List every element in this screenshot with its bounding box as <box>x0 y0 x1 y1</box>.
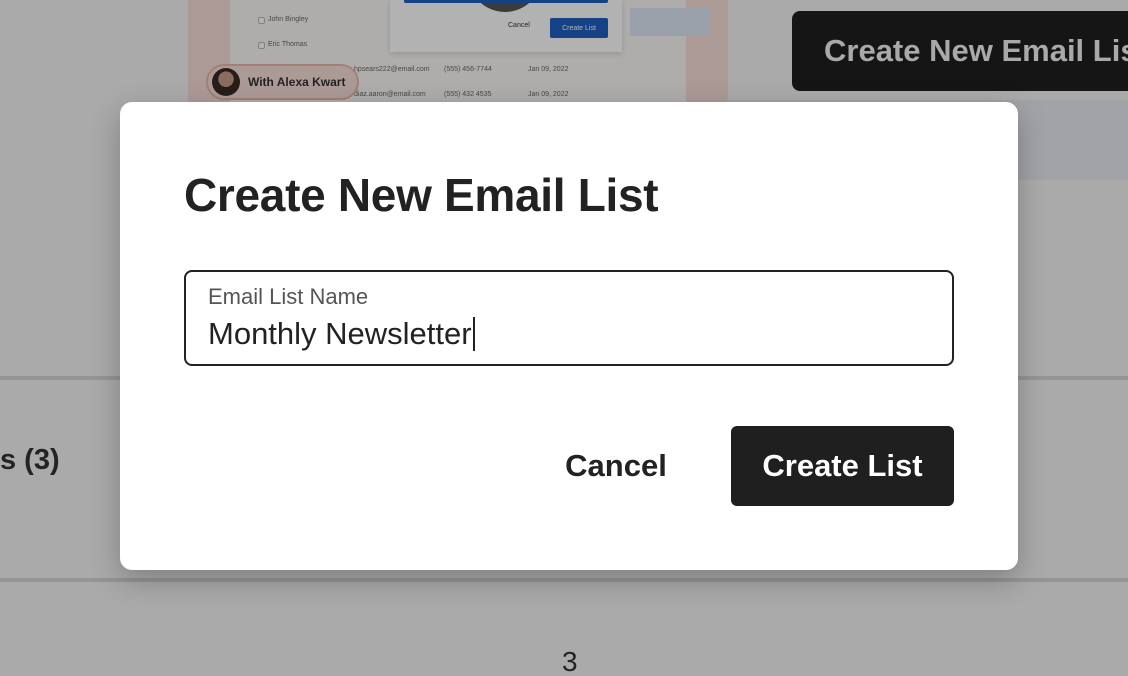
email-list-name-field[interactable]: Email List Name Monthly Newsletter <box>184 270 954 366</box>
dialog-title: Create New Email List <box>184 169 659 221</box>
cancel-button[interactable]: Cancel <box>540 426 692 506</box>
email-list-name-label: Email List Name <box>208 284 369 309</box>
create-email-list-dialog: Create New Email List Email List Name Mo… <box>120 102 1018 570</box>
create-list-button[interactable]: Create List <box>731 426 954 506</box>
email-list-name-input[interactable]: Monthly Newsletter <box>208 316 475 352</box>
text-cursor <box>472 317 475 351</box>
email-list-name-value: Monthly Newsletter <box>208 316 472 351</box>
